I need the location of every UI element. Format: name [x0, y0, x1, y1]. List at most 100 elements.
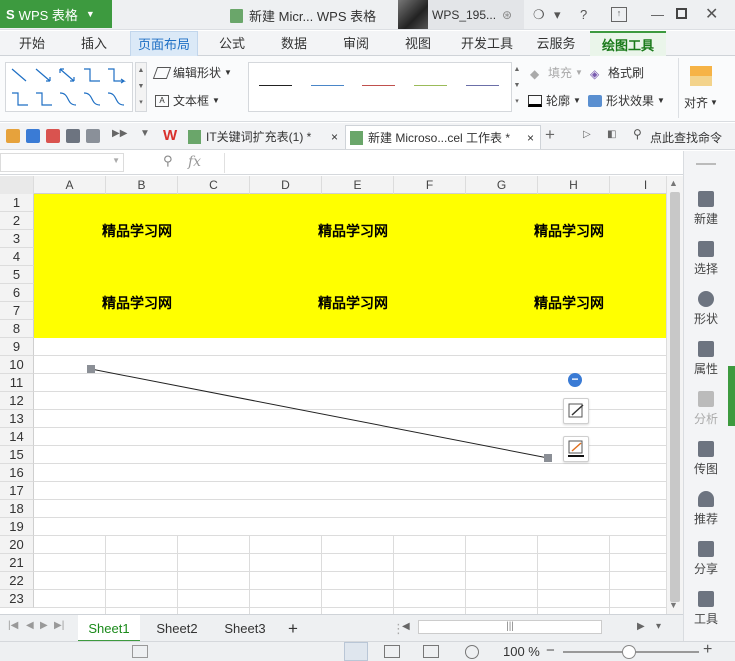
- shape-style-float-button[interactable]: [563, 398, 589, 424]
- chevron-down-icon[interactable]: ▾: [656, 621, 661, 632]
- formula-input[interactable]: [224, 153, 680, 173]
- tab-home[interactable]: 开始: [8, 31, 56, 56]
- close-icon[interactable]: ×: [527, 126, 534, 150]
- add-tab-icon[interactable]: +: [545, 125, 555, 145]
- sheet-tab-3[interactable]: Sheet3: [214, 615, 276, 642]
- scroll-right-icon[interactable]: ▶: [637, 621, 645, 632]
- user-account[interactable]: WPS_195... ⊛: [398, 0, 524, 29]
- outline-button[interactable]: 轮廓 ▼: [528, 92, 581, 109]
- side-upload-image-button[interactable]: 传图: [684, 441, 728, 477]
- side-select-button[interactable]: 选择: [684, 241, 728, 277]
- scroll-up-icon[interactable]: ▲: [669, 178, 678, 188]
- maximize-icon[interactable]: [676, 8, 687, 19]
- tab-list-icon[interactable]: ▷: [583, 129, 591, 140]
- tab-page-layout[interactable]: 页面布局: [130, 31, 198, 56]
- zoom-in-icon[interactable]: +: [703, 641, 712, 659]
- side-tools-button[interactable]: 工具: [684, 591, 728, 627]
- align-button[interactable]: 对齐 ▼: [684, 94, 718, 111]
- line-start-handle[interactable]: [87, 365, 95, 373]
- zoom-out-icon[interactable]: −: [546, 642, 555, 659]
- side-new-button[interactable]: 新建: [684, 191, 728, 227]
- prev-sheet-icon[interactable]: ◀: [26, 620, 34, 631]
- line-style-black[interactable]: [259, 85, 292, 86]
- fill-button[interactable]: ◆ 填充 ▼: [530, 64, 583, 81]
- sheet-tab-1[interactable]: Sheet1: [78, 615, 140, 642]
- zoom-slider-knob[interactable]: [622, 645, 636, 659]
- vertical-scrollbar[interactable]: ▲ ▼: [666, 176, 683, 614]
- quick-find-command[interactable]: 点此查找命令: [650, 129, 722, 146]
- tab-insert[interactable]: 插入: [70, 31, 118, 56]
- more-icon[interactable]: ▶▶: [112, 128, 127, 139]
- edit-shape-button[interactable]: 编辑形状 ▼: [152, 64, 232, 81]
- line-style-red[interactable]: [362, 85, 395, 86]
- line-style-gallery[interactable]: [248, 62, 512, 112]
- line-style-scroll[interactable]: ▲ ▼ ▾: [512, 62, 522, 112]
- line-end-handle[interactable]: [544, 454, 552, 462]
- skin-icon[interactable]: ❍: [533, 7, 545, 23]
- drawn-line-shape[interactable]: [0, 176, 666, 614]
- horizontal-scroll-thumb[interactable]: |||: [418, 620, 602, 634]
- shape-gallery[interactable]: [5, 62, 133, 112]
- side-share-button[interactable]: 分享: [684, 541, 728, 577]
- first-sheet-icon[interactable]: |◀: [8, 620, 18, 631]
- format-painter-button[interactable]: ◈ 格式刷: [590, 64, 644, 81]
- add-sheet-button[interactable]: +: [282, 615, 304, 642]
- name-box[interactable]: ▼: [0, 153, 124, 172]
- doc-tab-new-workbook[interactable]: 新建 Microso...cel 工作表 * ×: [345, 125, 541, 149]
- sheet-tab-2[interactable]: Sheet2: [146, 615, 208, 642]
- eye-protection-icon[interactable]: [465, 645, 479, 659]
- side-analyze-button[interactable]: 分析: [684, 391, 728, 427]
- export-pdf-icon[interactable]: [46, 129, 60, 143]
- tab-cloud[interactable]: 云服务: [530, 31, 582, 56]
- tab-switch-icon[interactable]: ◧: [607, 129, 616, 140]
- line-style-blue[interactable]: [311, 85, 344, 86]
- open-folder-icon[interactable]: [6, 129, 20, 143]
- shape-gallery-scroll[interactable]: ▲ ▼ ▾: [135, 62, 147, 112]
- tab-drawing-tools[interactable]: 绘图工具: [590, 31, 666, 56]
- upload-icon[interactable]: ↑: [611, 7, 627, 22]
- line-shape[interactable]: [90, 368, 549, 459]
- close-icon[interactable]: ✕: [705, 4, 718, 24]
- title-bar: S WPS 表格 ▼ 新建 Micr... WPS 表格 WPS_195... …: [0, 0, 735, 30]
- panel-toggle-tab[interactable]: [728, 366, 735, 426]
- chevron-down-icon: ▼: [573, 96, 581, 105]
- line-style-green[interactable]: [414, 85, 447, 86]
- print-preview-icon[interactable]: [86, 129, 100, 143]
- side-recommend-button[interactable]: 推荐: [684, 491, 728, 527]
- shirt-icon[interactable]: ▾: [554, 7, 561, 23]
- normal-view-icon[interactable]: [344, 642, 368, 661]
- tab-data[interactable]: 数据: [270, 31, 318, 56]
- tab-view[interactable]: 视图: [394, 31, 442, 56]
- function-icon[interactable]: fx: [188, 154, 201, 170]
- save-icon[interactable]: [26, 129, 40, 143]
- close-icon[interactable]: ×: [331, 125, 338, 149]
- side-shape-button[interactable]: 形状: [684, 291, 728, 327]
- page-icon[interactable]: [132, 645, 148, 658]
- help-icon[interactable]: ?: [580, 7, 587, 22]
- scroll-left-icon[interactable]: ◀: [402, 621, 410, 632]
- page-layout-view-icon[interactable]: [423, 645, 439, 658]
- next-sheet-icon[interactable]: ▶: [40, 620, 48, 631]
- wps-logo-icon[interactable]: W: [163, 127, 177, 144]
- textbox-button[interactable]: A 文本框 ▼: [155, 92, 220, 109]
- tab-formulas[interactable]: 公式: [208, 31, 256, 56]
- wps-menu-button[interactable]: S WPS 表格 ▼: [0, 0, 112, 28]
- print-icon[interactable]: [66, 129, 80, 143]
- doc-tab-it-keywords[interactable]: IT关键词扩充表(1) * ×: [184, 125, 344, 149]
- tab-review[interactable]: 审阅: [332, 31, 380, 56]
- vertical-scroll-thumb[interactable]: [670, 192, 680, 602]
- outline-color-float-button[interactable]: [563, 436, 589, 462]
- last-sheet-icon[interactable]: ▶|: [54, 620, 64, 631]
- chevron-down-icon[interactable]: ▼: [140, 128, 150, 139]
- zoom-search-icon[interactable]: ⚲: [163, 153, 173, 169]
- shape-effect-button[interactable]: 形状效果 ▼: [588, 92, 665, 109]
- minimize-icon[interactable]: —: [651, 7, 664, 22]
- scroll-down-icon[interactable]: ▼: [669, 600, 678, 610]
- tab-developer[interactable]: 开发工具: [455, 31, 519, 56]
- line-style-purple[interactable]: [466, 85, 499, 86]
- side-properties-button[interactable]: 属性: [684, 341, 728, 377]
- align-icon[interactable]: [690, 66, 712, 86]
- worksheet-grid[interactable]: A B C D E F G H I 1 2 3 4 5 6 7 8 9 10 11 12 13 14 15 1…: [0, 176, 666, 614]
- page-break-view-icon[interactable]: [384, 645, 400, 658]
- collapse-float-icon[interactable]: −: [568, 373, 582, 387]
